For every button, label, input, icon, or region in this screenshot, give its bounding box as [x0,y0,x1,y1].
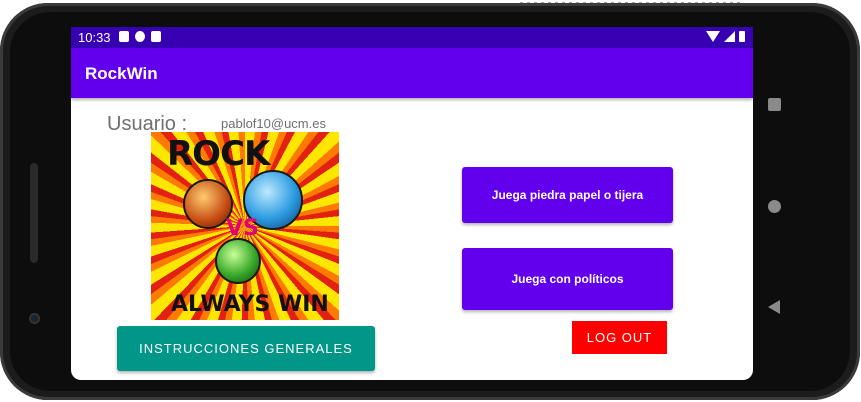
app-title: RockWin [85,64,158,83]
home-icon[interactable] [760,200,788,213]
camera-icon [29,313,40,324]
status-time: 10:33 [78,30,111,45]
signal-icon [724,31,735,42]
notification-p-icon [135,31,145,42]
recents-icon[interactable] [760,98,788,111]
speaker-slot [30,163,38,263]
app-screen: 10:33 RockWin Usuario : pablof10@ucm.es … [71,27,753,380]
play-rock-paper-scissors-button[interactable]: Juega piedra papel o tijera [462,167,673,223]
battery-icon [739,31,745,42]
play-politicians-button[interactable]: Juega con políticos [462,248,673,310]
back-icon[interactable] [760,300,788,314]
logo-bottom-text: ALWAYS WIN [171,292,329,317]
notification-a-icon [119,31,129,42]
logout-button[interactable]: LOG OUT [572,321,667,354]
user-email: pablof10@ucm.es [221,116,326,131]
logo-top-text: ROCK [167,134,270,174]
scissors-ball-icon [215,238,261,284]
rockwin-logo-image: ROCK VS ALWAYS WIN [151,132,339,320]
sd-card-icon [151,31,161,42]
status-bar: 10:33 [71,27,753,48]
instructions-button[interactable]: INSTRUCCIONES GENERALES [117,326,375,371]
wifi-icon [706,31,720,42]
logo-middle-text: VS [226,216,259,241]
app-bar: RockWin [71,48,753,98]
